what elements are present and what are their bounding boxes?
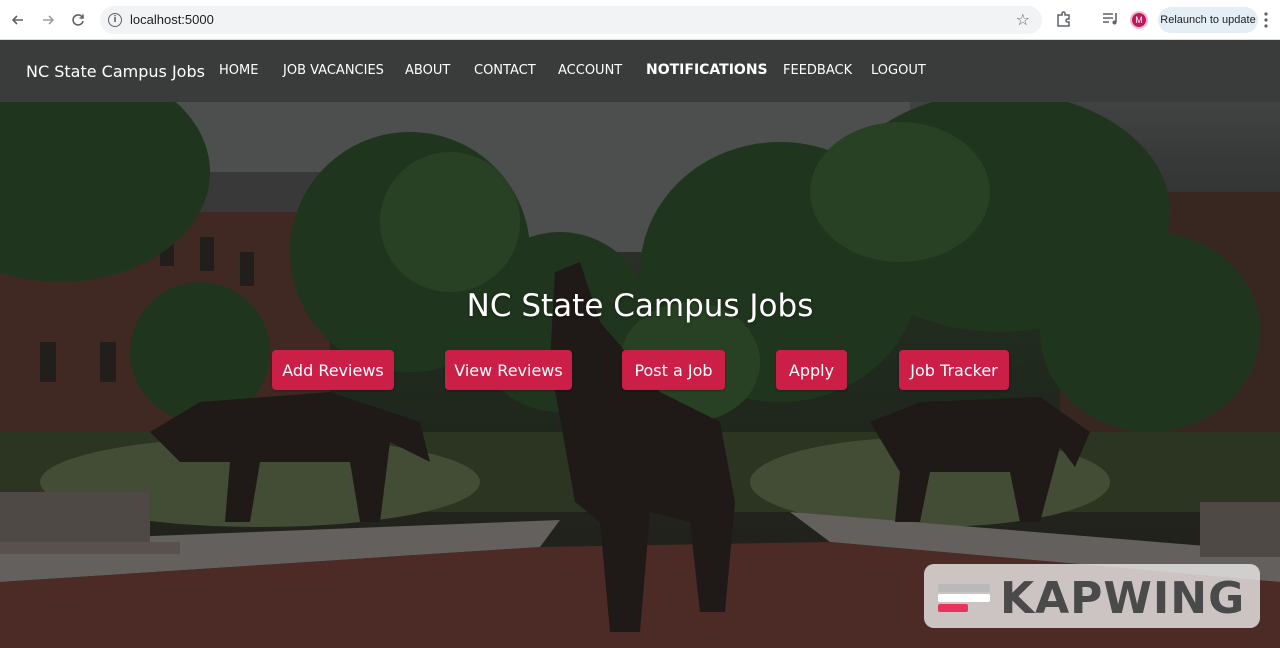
apply-button[interactable]: Apply: [776, 350, 847, 390]
watermark-text: KAPWING: [1000, 573, 1246, 624]
relaunch-button[interactable]: Relaunch to update: [1158, 7, 1258, 33]
view-reviews-button[interactable]: View Reviews: [445, 350, 572, 390]
nav-job-vacancies[interactable]: JOB VACANCIES: [283, 63, 384, 78]
info-icon[interactable]: i: [108, 13, 122, 27]
arrow-left-icon[interactable]: [6, 8, 30, 32]
post-job-button[interactable]: Post a Job: [622, 350, 725, 390]
address-bar[interactable]: i localhost:5000 ☆: [100, 6, 1042, 34]
browser-toolbar: i localhost:5000 ☆ M Relaunch to update: [0, 0, 1280, 40]
star-icon[interactable]: ☆: [1016, 10, 1030, 29]
puzzle-icon[interactable]: [1054, 9, 1074, 29]
nav-feedback[interactable]: FEEDBACK: [783, 63, 852, 78]
nav-account[interactable]: ACCOUNT: [558, 63, 622, 78]
site-navbar: NC State Campus Jobs HOME JOB VACANCIES …: [0, 40, 1280, 102]
nav-about[interactable]: ABOUT: [405, 63, 450, 78]
nav-logout[interactable]: LOGOUT: [871, 63, 926, 78]
job-tracker-button[interactable]: Job Tracker: [899, 350, 1009, 390]
avatar[interactable]: M: [1130, 11, 1148, 29]
kapwing-logo-icon: [938, 584, 990, 612]
reload-icon[interactable]: [66, 8, 90, 32]
kapwing-watermark: KAPWING: [924, 564, 1260, 628]
nav-home[interactable]: HOME: [219, 63, 258, 78]
media-queue-icon[interactable]: [1100, 9, 1122, 29]
brand-logo-text[interactable]: NC State Campus Jobs: [26, 62, 205, 81]
nav-contact[interactable]: CONTACT: [474, 63, 536, 78]
hero-title: NC State Campus Jobs: [466, 288, 814, 324]
url-text: localhost:5000: [130, 12, 214, 27]
arrow-right-icon[interactable]: [36, 8, 60, 32]
add-reviews-button[interactable]: Add Reviews: [272, 350, 394, 390]
kebab-menu-icon[interactable]: [1262, 9, 1270, 31]
nav-notifications[interactable]: NOTIFICATIONS: [646, 62, 768, 78]
